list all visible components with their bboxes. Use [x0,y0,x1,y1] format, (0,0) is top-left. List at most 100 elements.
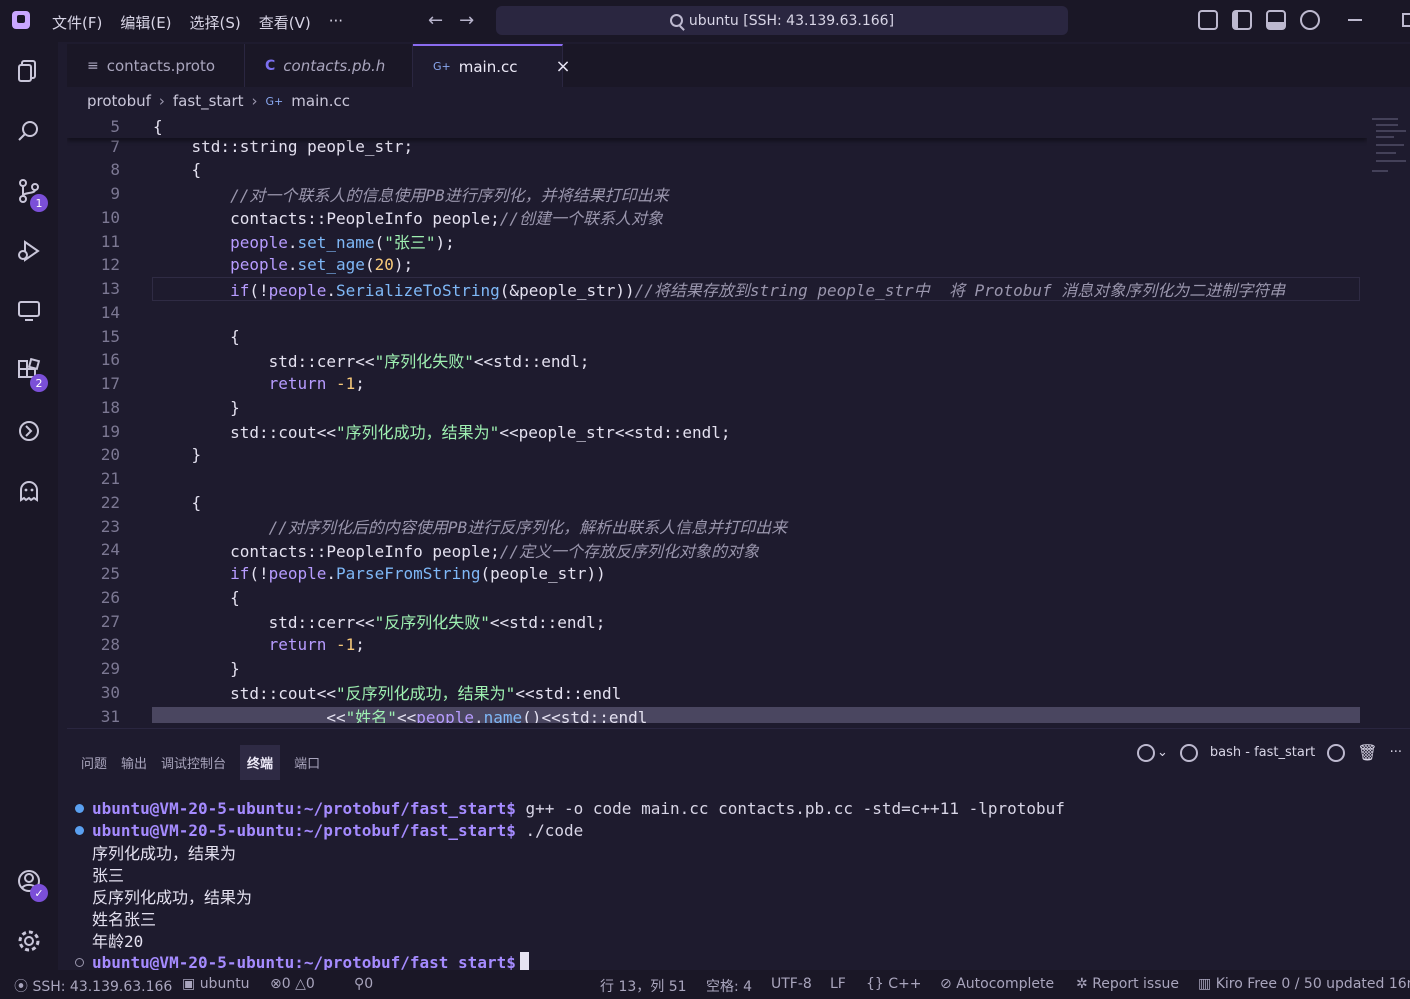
code-editor[interactable]: 5 { 7 std::string people_str; 8 {9 //对一个联… [67,114,1367,723]
split-terminal-icon[interactable] [1137,743,1155,762]
more-icon[interactable]: ··· [1390,745,1402,760]
end-of-line[interactable]: LF [830,976,846,992]
line-number: 21 [100,469,120,488]
close-icon[interactable]: × [556,56,571,77]
back-arrow-icon[interactable]: ← [428,10,443,31]
tab-ports[interactable]: 端口 [294,753,320,772]
ports-status[interactable]: ⚲0 [354,976,373,992]
split-icon[interactable] [1327,743,1346,762]
code-line[interactable]: 10 contacts::PeopleInfo people;//创建一个联系人… [67,205,1367,229]
chat-icon[interactable] [1300,10,1320,30]
code-line[interactable]: 9 //对一个联系人的信息使用PB进行序列化，并将结果打印出来 [67,182,1367,206]
toggle-sidebar-icon[interactable] [1232,10,1252,30]
code-line[interactable]: 17 return -1; [67,372,1367,396]
chevron-down-icon[interactable]: ⌄ [1157,745,1168,760]
language-mode[interactable]: {} C++ [866,976,922,992]
breadcrumb-item[interactable]: protobuf [87,92,151,110]
breadcrumb-item[interactable]: main.cc [291,92,350,110]
bug-icon: ✲ [1076,976,1088,992]
maximize-icon[interactable] [1402,13,1410,27]
tab-contacts-pb-h[interactable]: C contacts.pb.h [245,44,413,87]
layout-customize-icon[interactable] [1198,10,1218,30]
terminal-name[interactable]: bash - fast_start [1210,745,1315,760]
menu-view[interactable]: 查看(V) [259,12,311,33]
command-status-icon[interactable] [75,957,84,967]
tab-problems[interactable]: 问题 [81,753,107,772]
code-line[interactable]: 19 std::cout<<"序列化成功，结果为"<<people_str<<s… [67,419,1367,443]
command-center[interactable]: ubuntu [SSH: 43.139.63.166] [496,6,1068,35]
code-text: std::cerr<<"序列化失败"<<std::endl; [153,351,590,371]
problems-status[interactable]: ⊗0 △0 [270,976,315,992]
settings-gear-icon[interactable] [16,928,42,954]
tab-output[interactable]: 输出 [121,753,147,772]
source-control-badge: 1 [30,194,48,212]
code-line[interactable]: 21 [67,467,1367,491]
code-line[interactable]: 24 contacts::PeopleInfo people;//定义一个存放反… [67,538,1367,562]
code-line[interactable]: 27 std::cerr<<"反序列化失败"<<std::endl; [67,609,1367,633]
tab-contacts-proto[interactable]: ≡ contacts.proto [67,44,245,87]
code-line[interactable]: 31 <<"姓名"<<people.name()<<std::endl [67,704,1367,723]
code-line[interactable]: 22 { [67,490,1367,514]
remote-status[interactable]: ⦿ SSH: 43.139.63.166 [14,976,172,996]
terminal-line: 张三 [75,863,1065,885]
code-line[interactable]: 25 if(!people.ParseFromString(people_str… [67,562,1367,586]
run-debug-icon[interactable] [16,238,42,264]
terminal-line: 姓名张三 [75,907,1065,929]
code-line[interactable]: 18 } [67,395,1367,419]
command-status-icon[interactable] [75,825,84,835]
code-text: { [153,326,240,346]
sticky-scroll-line[interactable]: 5 { [67,114,1367,138]
workspace-status[interactable]: ▣ ubuntu [182,976,250,992]
forward-arrow-icon[interactable]: → [459,10,474,31]
tab-debug-console[interactable]: 调试控制台 [161,753,226,772]
report-issue[interactable]: ✲ Report issue [1076,976,1179,992]
ghost-icon[interactable] [16,478,42,504]
code-line[interactable]: 16 std::cerr<<"序列化失败"<<std::endl; [67,348,1367,372]
code-line[interactable]: 30 std::cout<<"反序列化成功，结果为"<<std::endl [67,680,1367,704]
terminal-output[interactable]: ubuntu@VM-20-5-ubuntu:~/protobuf/fast_st… [75,797,1065,973]
menu-file[interactable]: 文件(F) [52,12,102,33]
minimize-icon[interactable] [1348,19,1362,21]
line-number: 7 [110,136,120,156]
terminal-command: g++ -o code main.cc contacts.pb.cc -std=… [515,798,1065,818]
menu-selection[interactable]: 选择(S) [190,12,241,33]
indentation[interactable]: 空格: 4 [706,976,752,996]
code-text: std::string people_str; [153,136,414,156]
explorer-icon[interactable] [16,58,42,84]
terminal-output-text: 反序列化成功，结果为 [92,888,253,907]
code-line[interactable]: 23 //对序列化后的内容使用PB进行反序列化，解析出联系人信息并打印出来 [67,514,1367,538]
code-text: //对一个联系人的信息使用PB进行序列化，并将结果打印出来 [230,185,669,205]
trash-icon[interactable]: 🗑 [1357,743,1377,762]
code-line[interactable]: 12 people.set_age(20); [67,253,1367,277]
cpp-file-icon: G+ [433,60,451,73]
code-line[interactable]: 26 { [67,585,1367,609]
line-number: 25 [100,564,120,583]
code-line[interactable]: 15 { [67,324,1367,348]
search-icon[interactable] [16,118,42,144]
tab-terminal[interactable]: 终端 [240,745,281,780]
code-line[interactable]: 28 return -1; [67,633,1367,657]
autocomplete-status[interactable]: ⊘ Autocomplete [940,976,1054,992]
code-line[interactable]: 13 if(!people.SerializeToString(&people_… [67,276,1367,301]
code-line[interactable]: 14 [67,300,1367,324]
encoding[interactable]: UTF-8 [771,976,812,992]
remote-explorer-icon[interactable] [16,298,42,324]
code-text: { [153,587,240,607]
command-status-icon[interactable] [75,803,84,813]
line-number: 18 [100,397,120,417]
kiro-status[interactable]: ▥ Kiro Free 0 / 50 updated 16m [1198,976,1410,992]
code-line[interactable]: 8 { [67,158,1367,182]
tab-label: contacts.proto [106,56,216,75]
toggle-panel-icon[interactable] [1266,10,1286,30]
cursor-position[interactable]: 行 13，列 51 [600,976,687,996]
code-line[interactable]: 20 } [67,443,1367,467]
code-line[interactable]: 29 } [67,657,1367,681]
tab-main-cc[interactable]: G+ main.cc × [413,44,571,87]
menu-more[interactable]: ··· [329,12,343,33]
menu-edit[interactable]: 编辑(E) [120,12,171,33]
kiro-icon[interactable] [16,418,42,444]
minimap[interactable] [1368,114,1408,194]
breadcrumb-item[interactable]: fast_start [173,92,244,110]
folder-icon: ▣ [182,976,196,992]
code-line[interactable]: 11 people.set_name("张三"); [67,229,1367,253]
